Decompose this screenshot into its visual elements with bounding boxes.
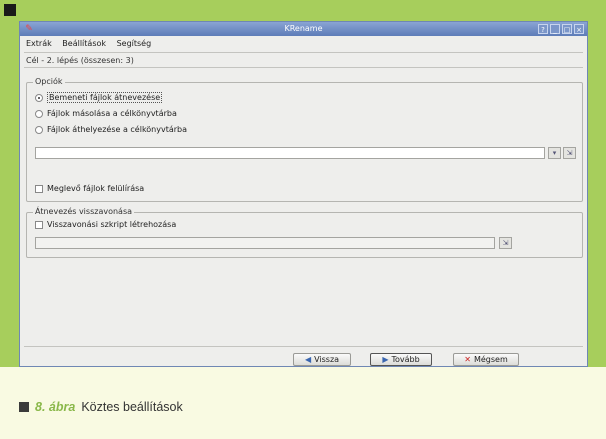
next-button-label: Tovább xyxy=(391,355,420,364)
caption-number: 8. ábra xyxy=(35,400,76,414)
menu-bar: Extrák Beállítások Segítség xyxy=(20,36,587,51)
options-legend: Opciók xyxy=(33,77,65,86)
radio-rename-label: Bemeneti fájlok átnevezése xyxy=(47,92,163,103)
options-group: Opciók Bemeneti fájlok átnevezése Fájlok… xyxy=(26,77,583,202)
window-controls: ? _ □ × xyxy=(538,24,584,34)
undo-script-row[interactable]: Visszavonási szkript létrehozása xyxy=(35,220,176,229)
overwrite-checkbox[interactable] xyxy=(35,184,43,193)
window-title: KRename xyxy=(284,24,323,33)
radio-move-label: Fájlok áthelyezése a célkönyvtárba xyxy=(47,125,188,134)
radio-copy-row[interactable]: Fájlok másolása a célkönyvtárba xyxy=(35,109,177,118)
cancel-button[interactable]: ✕ Mégsem xyxy=(453,353,519,366)
corner-marker xyxy=(4,4,16,16)
caption-square-icon xyxy=(19,402,29,412)
help-button[interactable]: ? xyxy=(538,24,548,34)
cancel-x-icon: ✕ xyxy=(464,355,471,364)
cancel-button-label: Mégsem xyxy=(473,355,508,364)
krename-window: ✎ KRename ? _ □ × Extrák Beállítások Seg… xyxy=(19,21,588,367)
next-arrow-icon: ▶ xyxy=(382,355,389,364)
footer-separator xyxy=(24,346,583,347)
overwrite-label: Meglevő fájlok felülírása xyxy=(47,184,145,193)
browse-folder-icon[interactable]: ⇲ xyxy=(563,147,576,159)
next-button[interactable]: ▶ Tovább xyxy=(370,353,432,366)
overwrite-row[interactable]: Meglevő fájlok felülírása xyxy=(35,184,144,193)
figure-caption: 8. ábra Köztes beállítások xyxy=(19,400,183,414)
title-bar[interactable]: ✎ KRename ? _ □ × xyxy=(20,22,587,36)
step-separator xyxy=(24,67,583,68)
step-label: Cél - 2. lépés (összesen: 3) xyxy=(26,56,134,65)
radio-move-row[interactable]: Fájlok áthelyezése a célkönyvtárba xyxy=(35,125,187,134)
close-button[interactable]: × xyxy=(574,24,584,34)
minimize-button[interactable]: _ xyxy=(550,24,560,34)
undo-script-checkbox[interactable] xyxy=(35,220,43,229)
undo-legend: Átnevezés visszavonása xyxy=(33,207,135,216)
maximize-button[interactable]: □ xyxy=(562,24,572,34)
menu-separator xyxy=(24,52,583,53)
back-button-label: Vissza xyxy=(314,355,340,364)
radio-rename-row[interactable]: Bemeneti fájlok átnevezése xyxy=(35,92,163,103)
back-button[interactable]: ◀ Vissza xyxy=(293,353,351,366)
back-arrow-icon: ◀ xyxy=(304,355,312,364)
menu-settings[interactable]: Beállítások xyxy=(62,39,106,48)
caption-text: Köztes beállítások xyxy=(81,400,183,414)
dropdown-arrow-button[interactable]: ▾ xyxy=(548,147,561,159)
menu-extras[interactable]: Extrák xyxy=(26,39,52,48)
target-dir-combo[interactable] xyxy=(35,147,545,159)
undo-group: Átnevezés visszavonása Visszavonási szkr… xyxy=(26,207,583,258)
undo-browse-icon[interactable]: ⇲ xyxy=(499,237,512,249)
undo-script-label: Visszavonási szkript létrehozása xyxy=(47,220,177,229)
undo-script-path-field[interactable] xyxy=(35,237,495,249)
radio-move[interactable] xyxy=(35,125,43,134)
krename-app-icon: ✎ xyxy=(25,24,33,34)
radio-copy-label: Fájlok másolása a célkönyvtárba xyxy=(47,109,177,118)
radio-rename[interactable] xyxy=(35,93,43,102)
menu-help[interactable]: Segítség xyxy=(117,39,152,48)
radio-copy[interactable] xyxy=(35,109,43,118)
